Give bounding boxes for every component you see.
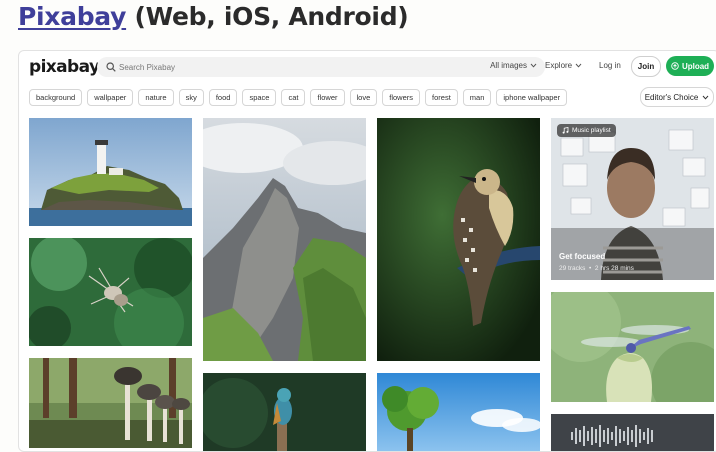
pixabay-logo[interactable]: pixabay [29, 57, 100, 77]
sort-label: Editor's Choice [644, 92, 699, 102]
tag-chip[interactable]: space [242, 89, 277, 106]
image-type-label: All images [490, 61, 527, 70]
page-title: Pixabay (Web, iOS, Android) [18, 2, 409, 31]
sort-dropdown[interactable]: Editor's Choice [640, 87, 714, 107]
upload-label: Upload [681, 61, 710, 71]
image-tree-sky[interactable] [377, 373, 540, 451]
image-lighthouse[interactable] [29, 118, 192, 226]
image-motmot-bird[interactable] [203, 373, 366, 451]
explore-menu[interactable]: Explore [545, 61, 582, 70]
tag-chip[interactable]: flowers [382, 89, 421, 106]
tag-chip[interactable]: forest [425, 89, 458, 106]
tag-chip[interactable]: love [349, 89, 378, 106]
chevron-down-icon [702, 95, 709, 100]
login-link[interactable]: Log in [599, 61, 621, 70]
playlist-tracks: 29 tracks [559, 265, 586, 272]
join-button[interactable]: Join [631, 56, 661, 77]
music-note-icon [562, 127, 569, 134]
playlist-badge: Music playlist [557, 124, 616, 137]
tag-chip[interactable]: flower [310, 89, 345, 106]
image-type-dropdown[interactable]: All images [490, 61, 537, 70]
playlist-duration: 2 hrs 28 mins [594, 265, 634, 272]
image-mountain[interactable] [203, 118, 366, 361]
search-input[interactable] [119, 59, 449, 75]
audio-waveform-card[interactable] [551, 414, 714, 451]
chevron-down-icon [575, 63, 582, 68]
upload-button[interactable]: Upload [666, 56, 714, 76]
image-spider[interactable] [29, 238, 192, 346]
upload-icon [671, 62, 679, 70]
tag-chip[interactable]: sky [178, 89, 204, 106]
explore-label: Explore [545, 61, 573, 70]
playlist-meta: 29 tracks • 2 hrs 28 mins [559, 265, 634, 272]
playlist-separator: • [589, 265, 592, 272]
playlist-badge-label: Music playlist [572, 127, 611, 134]
tag-chip[interactable]: nature [138, 89, 174, 106]
search-bar[interactable]: All images [97, 57, 545, 77]
image-woodpecker[interactable] [377, 118, 540, 361]
image-mushrooms[interactable] [29, 358, 192, 448]
tag-bar: background wallpaper nature sky food spa… [29, 89, 568, 106]
music-playlist-card[interactable]: Music playlist Get focused 29 tracks • 2… [551, 118, 714, 280]
tag-chip[interactable]: wallpaper [87, 89, 134, 106]
screenshot-frame: pixabay All images Explore Log in Join [18, 50, 716, 452]
tag-chip[interactable]: cat [281, 89, 306, 106]
search-icon [106, 62, 116, 72]
pixabay-link[interactable]: Pixabay [18, 2, 126, 31]
site-header: pixabay All images Explore Log in Join [19, 51, 716, 83]
tag-chip[interactable]: background [29, 89, 83, 106]
tag-chip[interactable]: iphone wallpaper [496, 89, 568, 106]
image-dragonfly[interactable] [551, 292, 714, 402]
playlist-title: Get focused [559, 252, 606, 261]
chevron-down-icon [530, 63, 537, 68]
tag-chip[interactable]: man [462, 89, 492, 106]
page-title-platforms: (Web, iOS, Android) [126, 2, 409, 31]
tag-chip[interactable]: food [208, 89, 238, 106]
